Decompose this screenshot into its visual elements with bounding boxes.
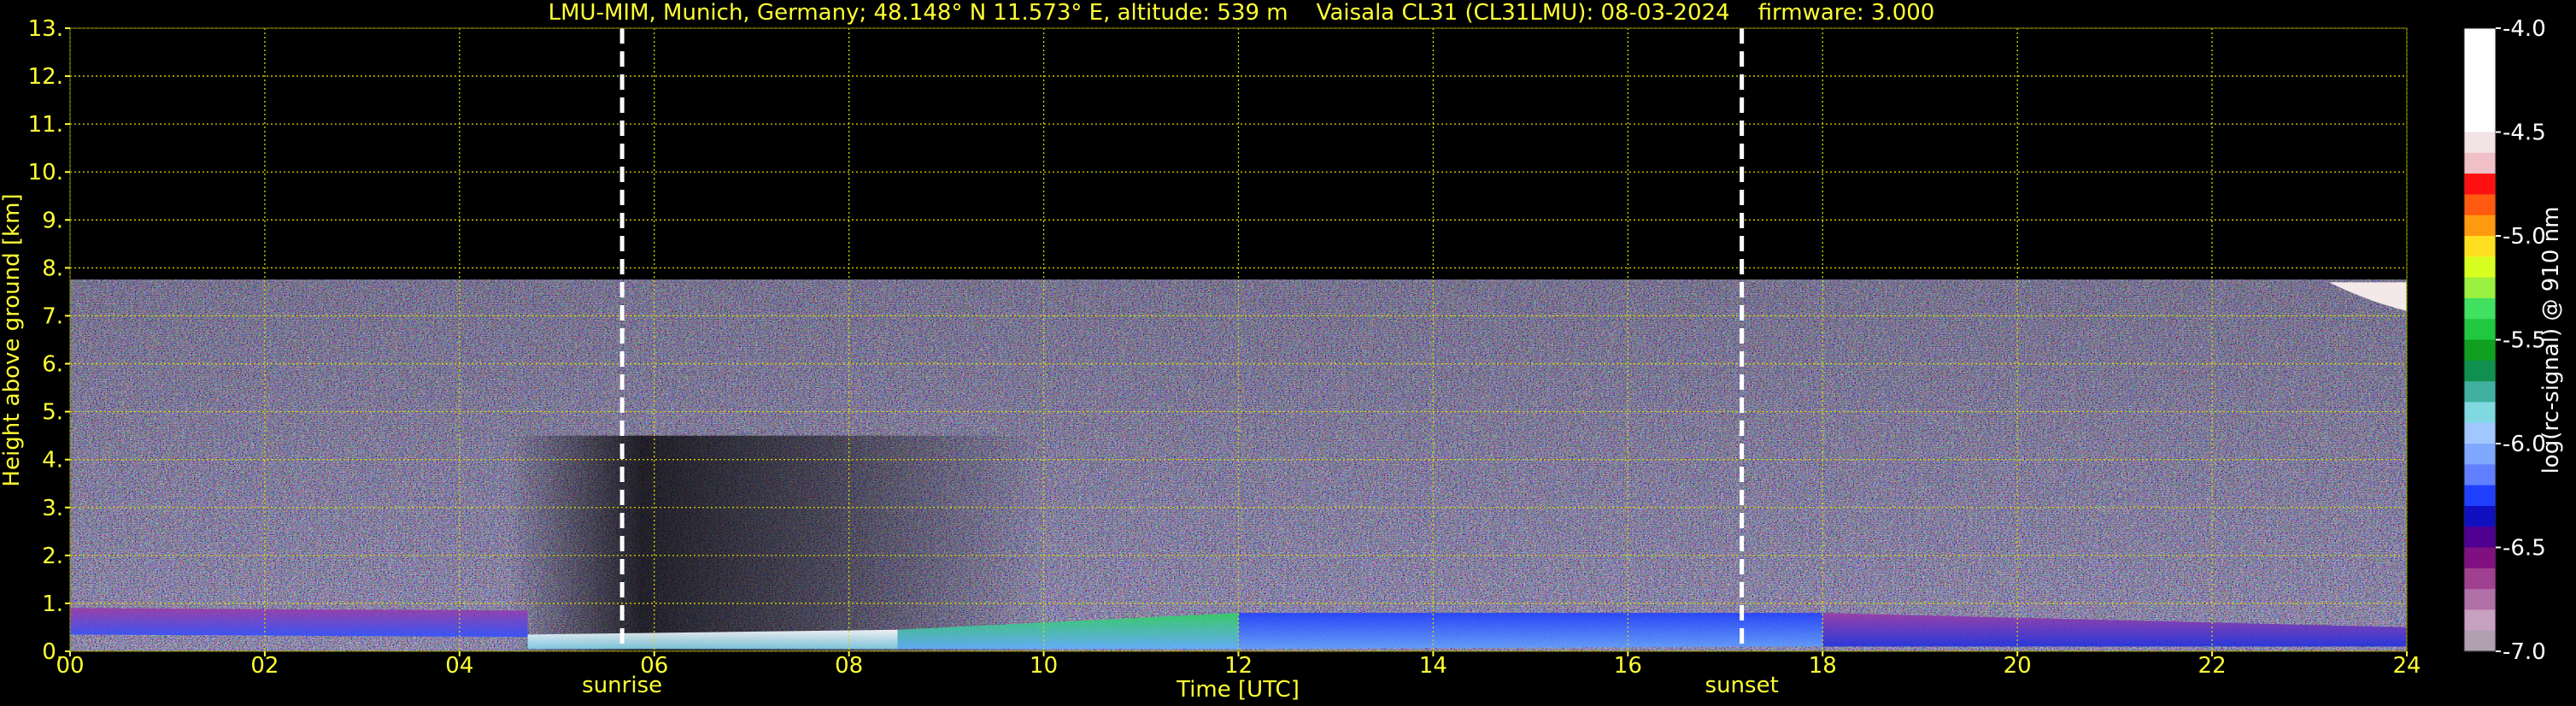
colorbar-segment [2464,609,2496,632]
y-tick-label: 9. [42,208,63,233]
colorbar-tick-label: -4.5 [2503,121,2546,146]
y-tick-label: 3. [42,496,63,521]
colorbar-segment [2464,319,2496,341]
x-tick-label: 20 [2004,653,2032,679]
colorbar-segment [2464,589,2496,610]
x-tick-label: 24 [2392,653,2421,679]
colorbar-segment [2464,215,2496,237]
colorbar-segment [2464,381,2496,403]
y-tick-label: 7. [42,303,63,329]
y-tick-label: 11. [28,112,63,138]
y-tick-label: 1. [42,591,63,617]
colorbar-label: log(rc-signal) @ 910 nm [2538,207,2564,474]
colorbar-segment [2464,152,2496,174]
colorbar-segment [2464,69,2496,91]
y-tick-label: 8. [42,256,63,281]
x-tick-label: 14 [1419,653,1447,679]
x-tick-label: 22 [2198,653,2227,679]
y-tick-label: 13. [28,16,63,42]
colorbar-segment [2464,174,2496,195]
y-tick-label: 0. [42,639,63,665]
colorbar-segment [2464,49,2496,71]
y-tick-label: 10. [28,160,63,185]
colorbar-tick-label: -7.0 [2503,639,2546,665]
colorbar-tick-label: -6.5 [2503,536,2546,562]
colorbar-segment [2464,402,2496,424]
colorbar-segment [2464,236,2496,257]
x-tick-label: 04 [445,653,473,679]
colorbar-segment [2464,297,2496,320]
x-axis-label: Time [UTC] [1176,677,1300,703]
colorbar-segment [2464,568,2496,590]
colorbar-segment [2464,422,2496,444]
colorbar-segment [2464,444,2496,465]
colorbar-segment [2464,505,2496,527]
x-tick-label: 16 [1614,653,1642,679]
colorbar: -4.0-4.5-5.0-5.5-6.0-6.5-7.0 [2463,16,2546,665]
x-tick-label: 06 [640,653,668,679]
y-tick-label: 5. [42,400,63,426]
colorbar-segment [2464,360,2496,382]
colorbar-segment [2464,485,2496,507]
y-tick-label: 12. [28,64,63,90]
colorbar-segment [2464,547,2496,569]
chart-title: LMU-MIM, Munich, Germany; 48.148° N 11.5… [549,0,1935,26]
colorbar-segment [2464,28,2496,50]
ceilometer-backscatter-chart: sunrise sunset 00 02 04 06 08 10 12 14 16 18 20 22 24… [0,0,2564,703]
colorbar-segment [2464,256,2496,279]
colorbar-tick-label: -4.0 [2503,16,2546,42]
y-tick-label: 6. [42,352,63,378]
colorbar-segment [2464,277,2496,299]
colorbar-segment [2464,132,2496,154]
plot-area [70,28,2407,651]
colorbar-segment [2464,111,2496,133]
x-tick-label: 12 [1224,653,1253,679]
colorbar-segment [2464,630,2496,652]
colorbar-segment [2464,464,2496,486]
colorbar-segment [2464,527,2496,549]
x-tick-label: 02 [250,653,279,679]
colorbar-segment [2464,339,2496,362]
y-axis-label: Height above ground [km] [0,193,25,486]
x-tick-label: 10 [1030,653,1058,679]
colorbar-segment [2464,90,2496,112]
y-tick-label: 2. [42,544,63,569]
x-tick-label: 18 [1809,653,1837,679]
y-tick-label: 4. [42,448,63,474]
colorbar-segment [2464,194,2496,216]
dawn-low-noise [508,435,1044,651]
boundary-layer-segment [1238,613,1823,650]
x-tick-label: 08 [835,653,863,679]
event-label-sunset: sunset [1705,673,1779,698]
